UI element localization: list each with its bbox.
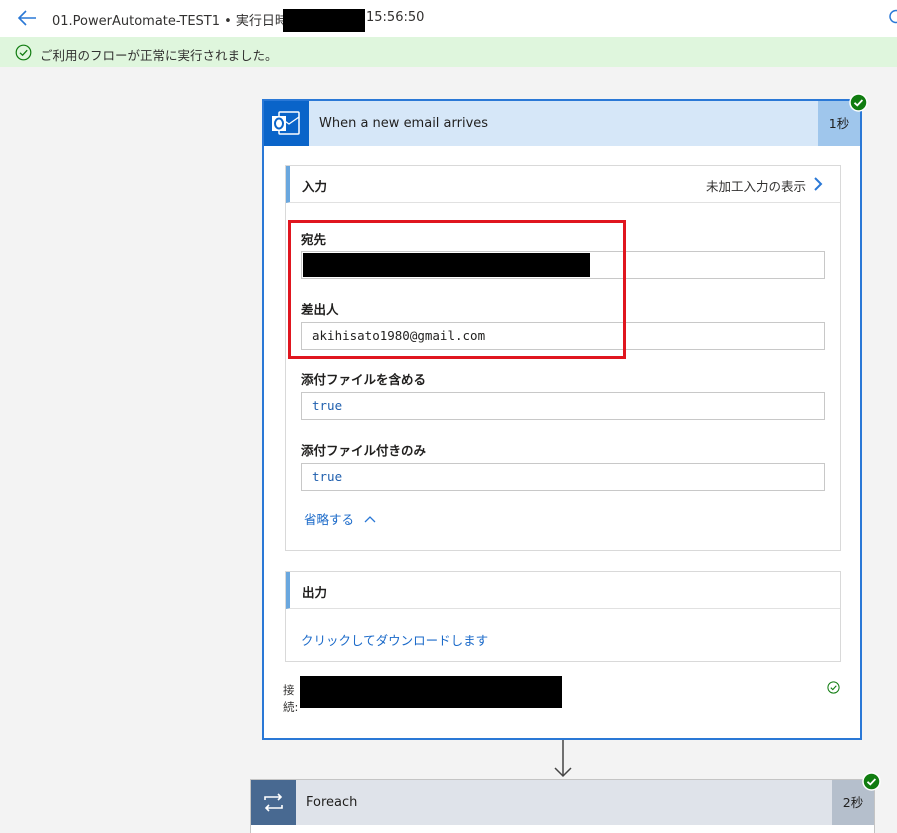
connection-label: 接続:	[283, 683, 299, 714]
chevron-right-icon[interactable]	[812, 175, 824, 193]
back-arrow-icon	[17, 10, 36, 26]
only-with-attachments-value: true	[312, 469, 343, 484]
loop-icon	[251, 780, 296, 825]
outputs-section: 出力 クリックしてダウンロードします	[285, 571, 841, 662]
outputs-title: 出力	[302, 585, 328, 600]
include-attachments-field: true	[301, 392, 825, 420]
include-attachments-label: 添付ファイルを含める	[301, 372, 427, 387]
show-raw-inputs-link[interactable]: 未加工入力の表示	[706, 176, 806, 195]
foreach-success-icon	[862, 772, 881, 791]
foreach-card: Foreach 2秒	[250, 779, 875, 833]
redacted-date	[283, 9, 365, 32]
only-with-attachments-label: 添付ファイル付きのみ	[301, 443, 427, 458]
top-bar: 01.PowerAutomate-TEST1 • 実行日時 15:56:50	[0, 0, 897, 37]
success-message: ご利用のフローが正常に実行されました。	[40, 48, 278, 63]
back-button[interactable]	[12, 6, 40, 30]
run-time: 15:56:50	[366, 10, 425, 25]
trigger-card-header[interactable]: When a new email arrives 1秒	[264, 101, 860, 146]
check-circle-icon	[15, 44, 32, 61]
success-banner: ご利用のフローが正常に実行されました。	[0, 37, 897, 67]
only-with-attachments-field: true	[301, 463, 825, 491]
trigger-success-icon	[849, 93, 868, 112]
redacted-connection	[300, 676, 562, 708]
foreach-title: Foreach	[306, 795, 358, 810]
download-link[interactable]: クリックしてダウンロードします	[301, 630, 488, 649]
inputs-header: 入力 未加工入力の表示	[286, 166, 840, 203]
trigger-card: When a new email arrives 1秒 入力 未加工入力の表示 …	[262, 99, 862, 740]
trigger-title: When a new email arrives	[319, 116, 489, 131]
inputs-title: 入力	[302, 179, 328, 194]
include-attachments-value: true	[312, 398, 343, 413]
refresh-icon[interactable]	[888, 8, 897, 26]
down-arrow-icon	[553, 740, 573, 780]
connection-check-icon	[827, 681, 840, 694]
highlight-frame	[288, 220, 626, 359]
flow-run-title: 01.PowerAutomate-TEST1 • 実行日時	[52, 14, 288, 29]
outlook-icon	[264, 101, 309, 146]
foreach-card-header[interactable]: Foreach 2秒	[251, 780, 874, 825]
outputs-header: 出力	[286, 572, 840, 609]
collapse-link[interactable]: 省略する	[304, 509, 354, 528]
chevron-up-icon[interactable]	[363, 513, 377, 523]
